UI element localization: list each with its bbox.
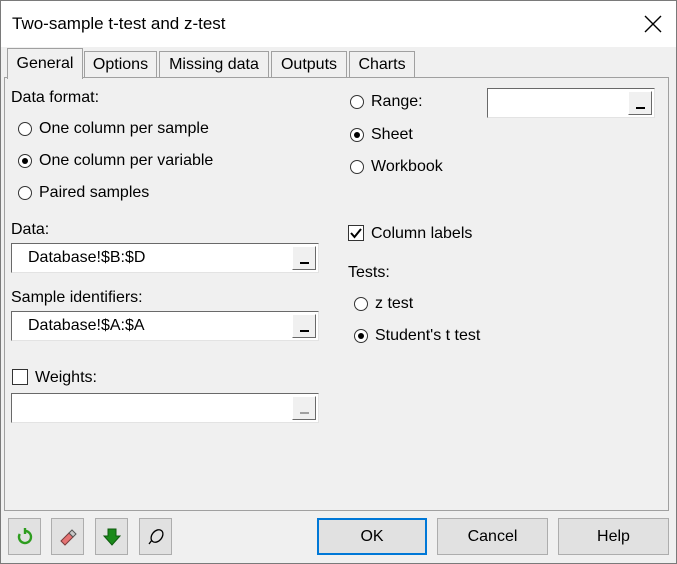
checkmark-icon — [350, 228, 362, 239]
clear-button[interactable] — [51, 518, 84, 555]
move-down-button[interactable] — [95, 518, 128, 555]
ok-button[interactable]: OK — [317, 518, 427, 555]
title-bar: Two-sample t-test and z-test — [1, 1, 676, 47]
data-format-label: Data format: — [11, 89, 100, 106]
tab-outputs-label: Outputs — [280, 56, 338, 73]
radio-z-test[interactable] — [354, 297, 368, 311]
dialog-window: Two-sample t-test and z-test General Opt… — [0, 0, 677, 564]
tab-general[interactable]: General — [7, 48, 83, 79]
cancel-button[interactable]: Cancel — [437, 518, 548, 555]
cancel-button-label: Cancel — [467, 527, 518, 545]
weights-field[interactable] — [11, 393, 319, 423]
close-button[interactable] — [630, 1, 676, 47]
tab-options[interactable]: Options — [84, 51, 157, 78]
weights-checkbox[interactable] — [12, 369, 28, 385]
eraser-icon — [59, 528, 77, 546]
close-icon — [644, 15, 662, 33]
tab-missing-data[interactable]: Missing data — [159, 51, 269, 78]
column-labels-checkbox[interactable] — [348, 225, 364, 241]
range-field[interactable] — [487, 88, 655, 118]
help-button[interactable]: Help — [558, 518, 669, 555]
radio-z-test-label[interactable]: z test — [375, 295, 413, 313]
sample-identifiers-field[interactable]: Database!$A:$A — [11, 311, 319, 341]
reference-button[interactable] — [139, 518, 172, 555]
refresh-icon — [17, 527, 32, 544]
radio-students-t-test-label[interactable]: Student's t test — [375, 327, 480, 345]
radio-one-column-per-sample-label[interactable]: One column per sample — [39, 120, 209, 138]
ok-button-label: OK — [360, 527, 384, 545]
tab-outputs[interactable]: Outputs — [271, 51, 347, 78]
radio-one-column-per-variable-label[interactable]: One column per variable — [39, 152, 213, 170]
radio-workbook-label[interactable]: Workbook — [371, 158, 443, 176]
radio-students-t-test[interactable] — [354, 329, 368, 343]
column-labels-label[interactable]: Column labels — [371, 225, 472, 243]
tab-general-label: General — [16, 55, 74, 72]
sample-identifiers-label: Sample identifiers: — [11, 289, 143, 306]
pin-icon — [147, 528, 164, 544]
sample-identifiers-field-value: Database!$A:$A — [28, 317, 145, 334]
tab-charts[interactable]: Charts — [349, 51, 415, 78]
tab-missing-data-label: Missing data — [169, 56, 259, 73]
tab-charts-label: Charts — [358, 56, 406, 73]
tab-options-label: Options — [92, 56, 149, 73]
data-field-value: Database!$B:$D — [28, 249, 146, 266]
radio-paired-samples-label[interactable]: Paired samples — [39, 184, 149, 202]
help-button-label: Help — [597, 527, 630, 545]
data-field[interactable]: Database!$B:$D — [11, 243, 319, 273]
reset-button[interactable] — [8, 518, 41, 555]
sample-identifiers-range-button[interactable] — [292, 314, 316, 338]
tests-label: Tests: — [348, 264, 390, 281]
weights-label[interactable]: Weights: — [35, 369, 97, 387]
data-label: Data: — [11, 221, 50, 238]
radio-range-label[interactable]: Range: — [371, 93, 423, 111]
data-range-button[interactable] — [292, 246, 316, 270]
radio-sheet[interactable] — [350, 128, 364, 142]
down-arrow-icon — [102, 528, 121, 546]
weights-range-button[interactable] — [292, 396, 316, 420]
window-title: Two-sample t-test and z-test — [12, 14, 226, 33]
radio-range[interactable] — [350, 95, 364, 109]
range-button[interactable] — [628, 91, 652, 115]
radio-workbook[interactable] — [350, 160, 364, 174]
radio-one-column-per-sample[interactable] — [18, 122, 32, 136]
radio-paired-samples[interactable] — [18, 186, 32, 200]
radio-sheet-label[interactable]: Sheet — [371, 126, 413, 144]
radio-one-column-per-variable[interactable] — [18, 154, 32, 168]
